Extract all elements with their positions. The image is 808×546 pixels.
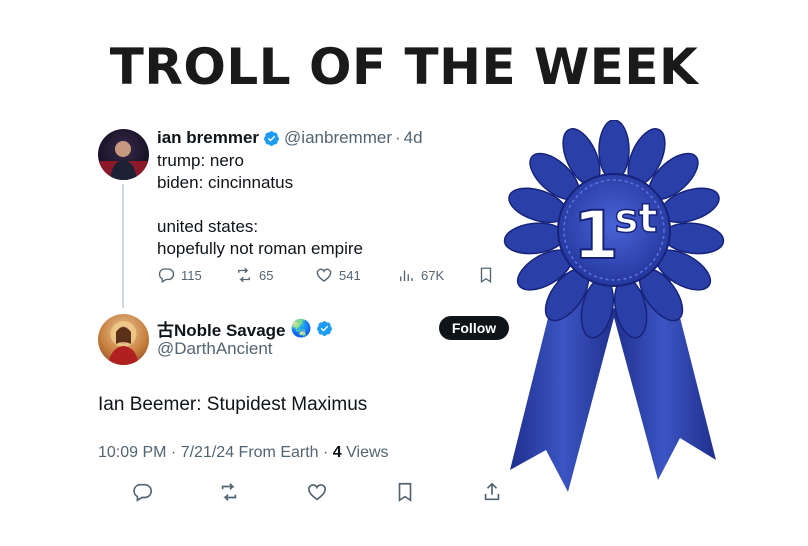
verified-badge-icon: [264, 130, 279, 146]
reply-author-handle[interactable]: @DarthAncient: [157, 339, 273, 359]
reply-icon[interactable]: [131, 481, 153, 503]
reply-action[interactable]: 115: [157, 266, 235, 284]
first-place-ribbon: 1 st: [503, 120, 725, 492]
ribbon-suffix: st: [615, 196, 658, 242]
author-name[interactable]: ian bremmer: [157, 128, 259, 148]
separator-dot: ·: [395, 128, 401, 147]
like-count: 541: [339, 267, 361, 283]
tweet-date[interactable]: 7/21/24: [181, 444, 234, 461]
like-icon: [316, 268, 332, 282]
views-icon: [400, 270, 413, 281]
tweet-views-label: Views: [346, 444, 389, 461]
views-action[interactable]: 67K: [397, 266, 477, 284]
bookmark-icon: [480, 267, 492, 284]
reply-icon: [158, 268, 175, 283]
avatar-ian-bremmer[interactable]: [98, 129, 149, 180]
tweet-time[interactable]: 10:09 PM: [98, 444, 166, 461]
avatar-noble-savage[interactable]: [98, 314, 149, 365]
author-handle[interactable]: @ianbremmer: [284, 128, 392, 148]
repost-action[interactable]: 65: [235, 266, 315, 284]
reply-author-name[interactable]: 古Noble Savage: [157, 316, 286, 341]
reply-tweet-meta: 10:09 PM · 7/21/24 From Earth · 4 Views: [98, 444, 389, 461]
like-action[interactable]: 541: [315, 266, 397, 284]
thread-line: [122, 184, 124, 308]
tweet-source: From Earth: [238, 444, 319, 461]
repost-count: 65: [259, 267, 274, 283]
like-icon[interactable]: [306, 481, 328, 503]
parent-tweet-header: ian bremmer @ianbremmer · 4d: [157, 128, 423, 148]
reply-count: 115: [181, 267, 202, 283]
reply-tweet-text: Ian Beemer: Stupidest Maximus: [98, 394, 368, 415]
repost-icon: [238, 267, 250, 283]
headline: TROLL OF THE WEEK: [109, 38, 699, 96]
ribbon-rosette: 1 st: [503, 120, 725, 339]
tweet-age[interactable]: 4d: [404, 128, 423, 148]
globe-emoji-icon: 🌏: [290, 318, 312, 338]
repost-icon[interactable]: [218, 481, 240, 503]
bookmark-icon[interactable]: [394, 481, 416, 503]
verified-badge-icon: [316, 321, 332, 336]
ribbon-number: 1: [573, 197, 619, 274]
parent-tweet-actions: 115 65 541 67K: [157, 266, 501, 284]
tweet-views-count: 4: [332, 444, 342, 461]
reply-tweet-header: 古Noble Savage 🌏: [157, 316, 333, 341]
views-count: 67K: [421, 267, 445, 283]
parent-tweet-text: trump: nero biden: cincinnatus united st…: [157, 151, 364, 258]
